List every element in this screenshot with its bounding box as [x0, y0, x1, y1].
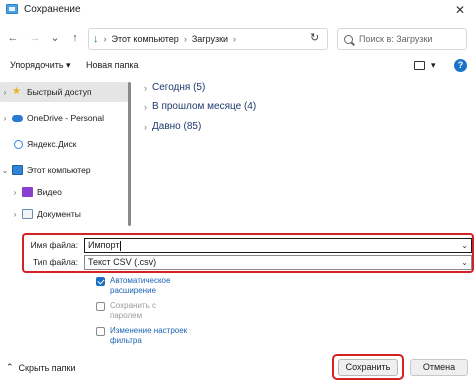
- password-label: Сохранить с паролем: [110, 301, 156, 320]
- group-header-long-ago[interactable]: › Давно (85): [144, 121, 201, 132]
- search-box[interactable]: Поиск в: Загрузки: [337, 28, 467, 50]
- sidebar-item-label: Документы: [37, 209, 81, 219]
- refresh-icon[interactable]: ↻: [310, 31, 319, 44]
- close-button[interactable]: ✕: [452, 2, 468, 18]
- documents-icon: [22, 209, 33, 219]
- save-form-highlight: Имя файла: Импорт ⌄ Тип файла: Текст CSV…: [22, 233, 474, 273]
- filename-value: Импорт: [88, 240, 120, 250]
- sidebar-item-label: OneDrive - Personal: [27, 113, 105, 123]
- expand-chevron-icon[interactable]: ›: [10, 188, 20, 197]
- new-folder-button[interactable]: Новая папка: [86, 60, 138, 70]
- sidebar-item-label: Яндекс.Диск: [27, 139, 77, 149]
- group-label: Сегодня (5): [152, 82, 206, 93]
- option-label-line: паролем: [110, 310, 143, 320]
- filename-label: Имя файла:: [30, 240, 78, 250]
- breadcrumb-separator: ›: [183, 34, 187, 44]
- option-label-line: Изменение настроек: [110, 326, 188, 335]
- filename-input[interactable]: Импорт ⌄: [84, 238, 472, 253]
- sidebar-item-video[interactable]: › Видео: [0, 182, 128, 202]
- filter-settings-checkbox[interactable]: [96, 327, 105, 336]
- password-checkbox[interactable]: [96, 302, 105, 311]
- text-caret: [120, 240, 122, 251]
- disk-icon: [14, 139, 23, 149]
- save-button-highlight: Сохранить: [332, 354, 404, 380]
- sidebar-item-label: Быстрый доступ: [27, 87, 92, 97]
- chevron-up-icon: ⌃: [6, 362, 14, 372]
- sidebar-item-onedrive[interactable]: › OneDrive - Personal: [0, 108, 128, 128]
- sidebar-item-quick-access[interactable]: › ★ Быстрый доступ: [0, 82, 128, 102]
- group-header-today[interactable]: › Сегодня (5): [144, 82, 205, 93]
- sidebar-item-label: Видео: [37, 187, 62, 197]
- group-header-last-month[interactable]: › В прошлом месяце (4): [144, 101, 256, 112]
- sidebar-item-label: Этот компьютер: [27, 165, 91, 175]
- sidebar-item-documents[interactable]: › Документы: [0, 204, 128, 224]
- view-layout-icon[interactable]: [414, 61, 425, 70]
- path-bar[interactable]: ↓ › Этот компьютер › Загрузки ›: [88, 28, 328, 50]
- breadcrumb-separator: ›: [103, 34, 107, 44]
- group-label: В прошлом месяце (4): [152, 101, 257, 112]
- breadcrumb-separator: ›: [233, 34, 237, 44]
- file-list: › Сегодня (5) › В прошлом месяце (4) › Д…: [140, 80, 474, 230]
- sidebar-item-this-pc[interactable]: ⌄ Этот компьютер: [0, 160, 128, 180]
- address-bar: ← → ⌄ ↑ ↓ › Этот компьютер › Загрузки › …: [0, 26, 474, 52]
- collapse-chevron-icon[interactable]: ⌄: [0, 166, 10, 175]
- breadcrumb-this-pc[interactable]: Этот компьютер: [112, 34, 179, 44]
- video-icon: [22, 187, 33, 197]
- chevron-down-icon[interactable]: ⌄: [461, 239, 468, 252]
- forward-arrow-icon[interactable]: →: [28, 31, 42, 45]
- option-label-line: Автоматическое: [110, 276, 171, 285]
- hide-folders-button[interactable]: ⌃ Скрыть папки: [6, 362, 76, 373]
- command-bar: Упорядочить ▾ Новая папка ▾ ?: [0, 56, 474, 76]
- filetype-value: Текст CSV (.csv): [88, 257, 157, 267]
- navigation-pane: › ★ Быстрый доступ › OneDrive - Personal…: [0, 80, 128, 232]
- expand-chevron-icon[interactable]: ›: [0, 114, 10, 123]
- title-bar: Сохранение ✕: [0, 0, 474, 24]
- option-label-line: Сохранить с: [110, 301, 156, 310]
- downloads-icon: ↓: [93, 33, 99, 45]
- auto-extension-checkbox[interactable]: [96, 277, 105, 286]
- filter-settings-option[interactable]: Изменение настроек фильтра: [96, 326, 187, 345]
- expand-chevron-icon[interactable]: ›: [10, 210, 20, 219]
- search-placeholder: Поиск в: Загрузки: [359, 34, 433, 44]
- dialog-footer: ⌃ Скрыть папки Сохранить Отмена: [0, 352, 474, 380]
- expand-chevron-icon[interactable]: ›: [144, 102, 147, 112]
- filetype-label: Тип файла:: [32, 257, 78, 267]
- up-arrow-icon[interactable]: ↑: [68, 31, 82, 45]
- sidebar-scrollbar[interactable]: [128, 82, 131, 226]
- window-title: Сохранение: [24, 4, 81, 15]
- star-icon: ★: [12, 86, 21, 97]
- expand-chevron-icon[interactable]: ›: [0, 88, 10, 97]
- hide-folders-label: Скрыть папки: [18, 362, 76, 373]
- cloud-icon: [12, 114, 23, 122]
- sidebar-item-yandex-disk[interactable]: Яндекс.Диск: [0, 134, 128, 154]
- option-label-line: расширение: [110, 285, 157, 295]
- option-label-line: фильтра: [110, 335, 142, 345]
- search-icon: [344, 34, 353, 44]
- recent-locations-chevron-icon[interactable]: ⌄: [48, 31, 62, 45]
- computer-icon: [12, 165, 23, 175]
- view-dropdown-icon[interactable]: ▾: [431, 60, 436, 71]
- auto-extension-option[interactable]: Автоматическое расширение: [96, 276, 170, 295]
- filetype-select[interactable]: Текст CSV (.csv) ⌄: [84, 255, 472, 270]
- expand-chevron-icon[interactable]: ›: [144, 83, 147, 93]
- cancel-button[interactable]: Отмена: [410, 359, 468, 376]
- back-arrow-icon[interactable]: ←: [6, 31, 20, 45]
- help-icon[interactable]: ?: [454, 59, 467, 72]
- save-button[interactable]: Сохранить: [338, 359, 398, 376]
- expand-chevron-icon[interactable]: ›: [144, 122, 147, 132]
- auto-extension-label: Автоматическое расширение: [110, 276, 170, 295]
- password-option: Сохранить с паролем: [96, 301, 156, 320]
- app-icon: [6, 4, 18, 14]
- chevron-down-icon[interactable]: ⌄: [461, 256, 468, 269]
- group-label: Давно (85): [152, 121, 202, 132]
- organize-button[interactable]: Упорядочить ▾: [10, 60, 71, 71]
- breadcrumb-downloads[interactable]: Загрузки: [192, 34, 228, 44]
- filter-settings-label: Изменение настроек фильтра: [110, 326, 187, 345]
